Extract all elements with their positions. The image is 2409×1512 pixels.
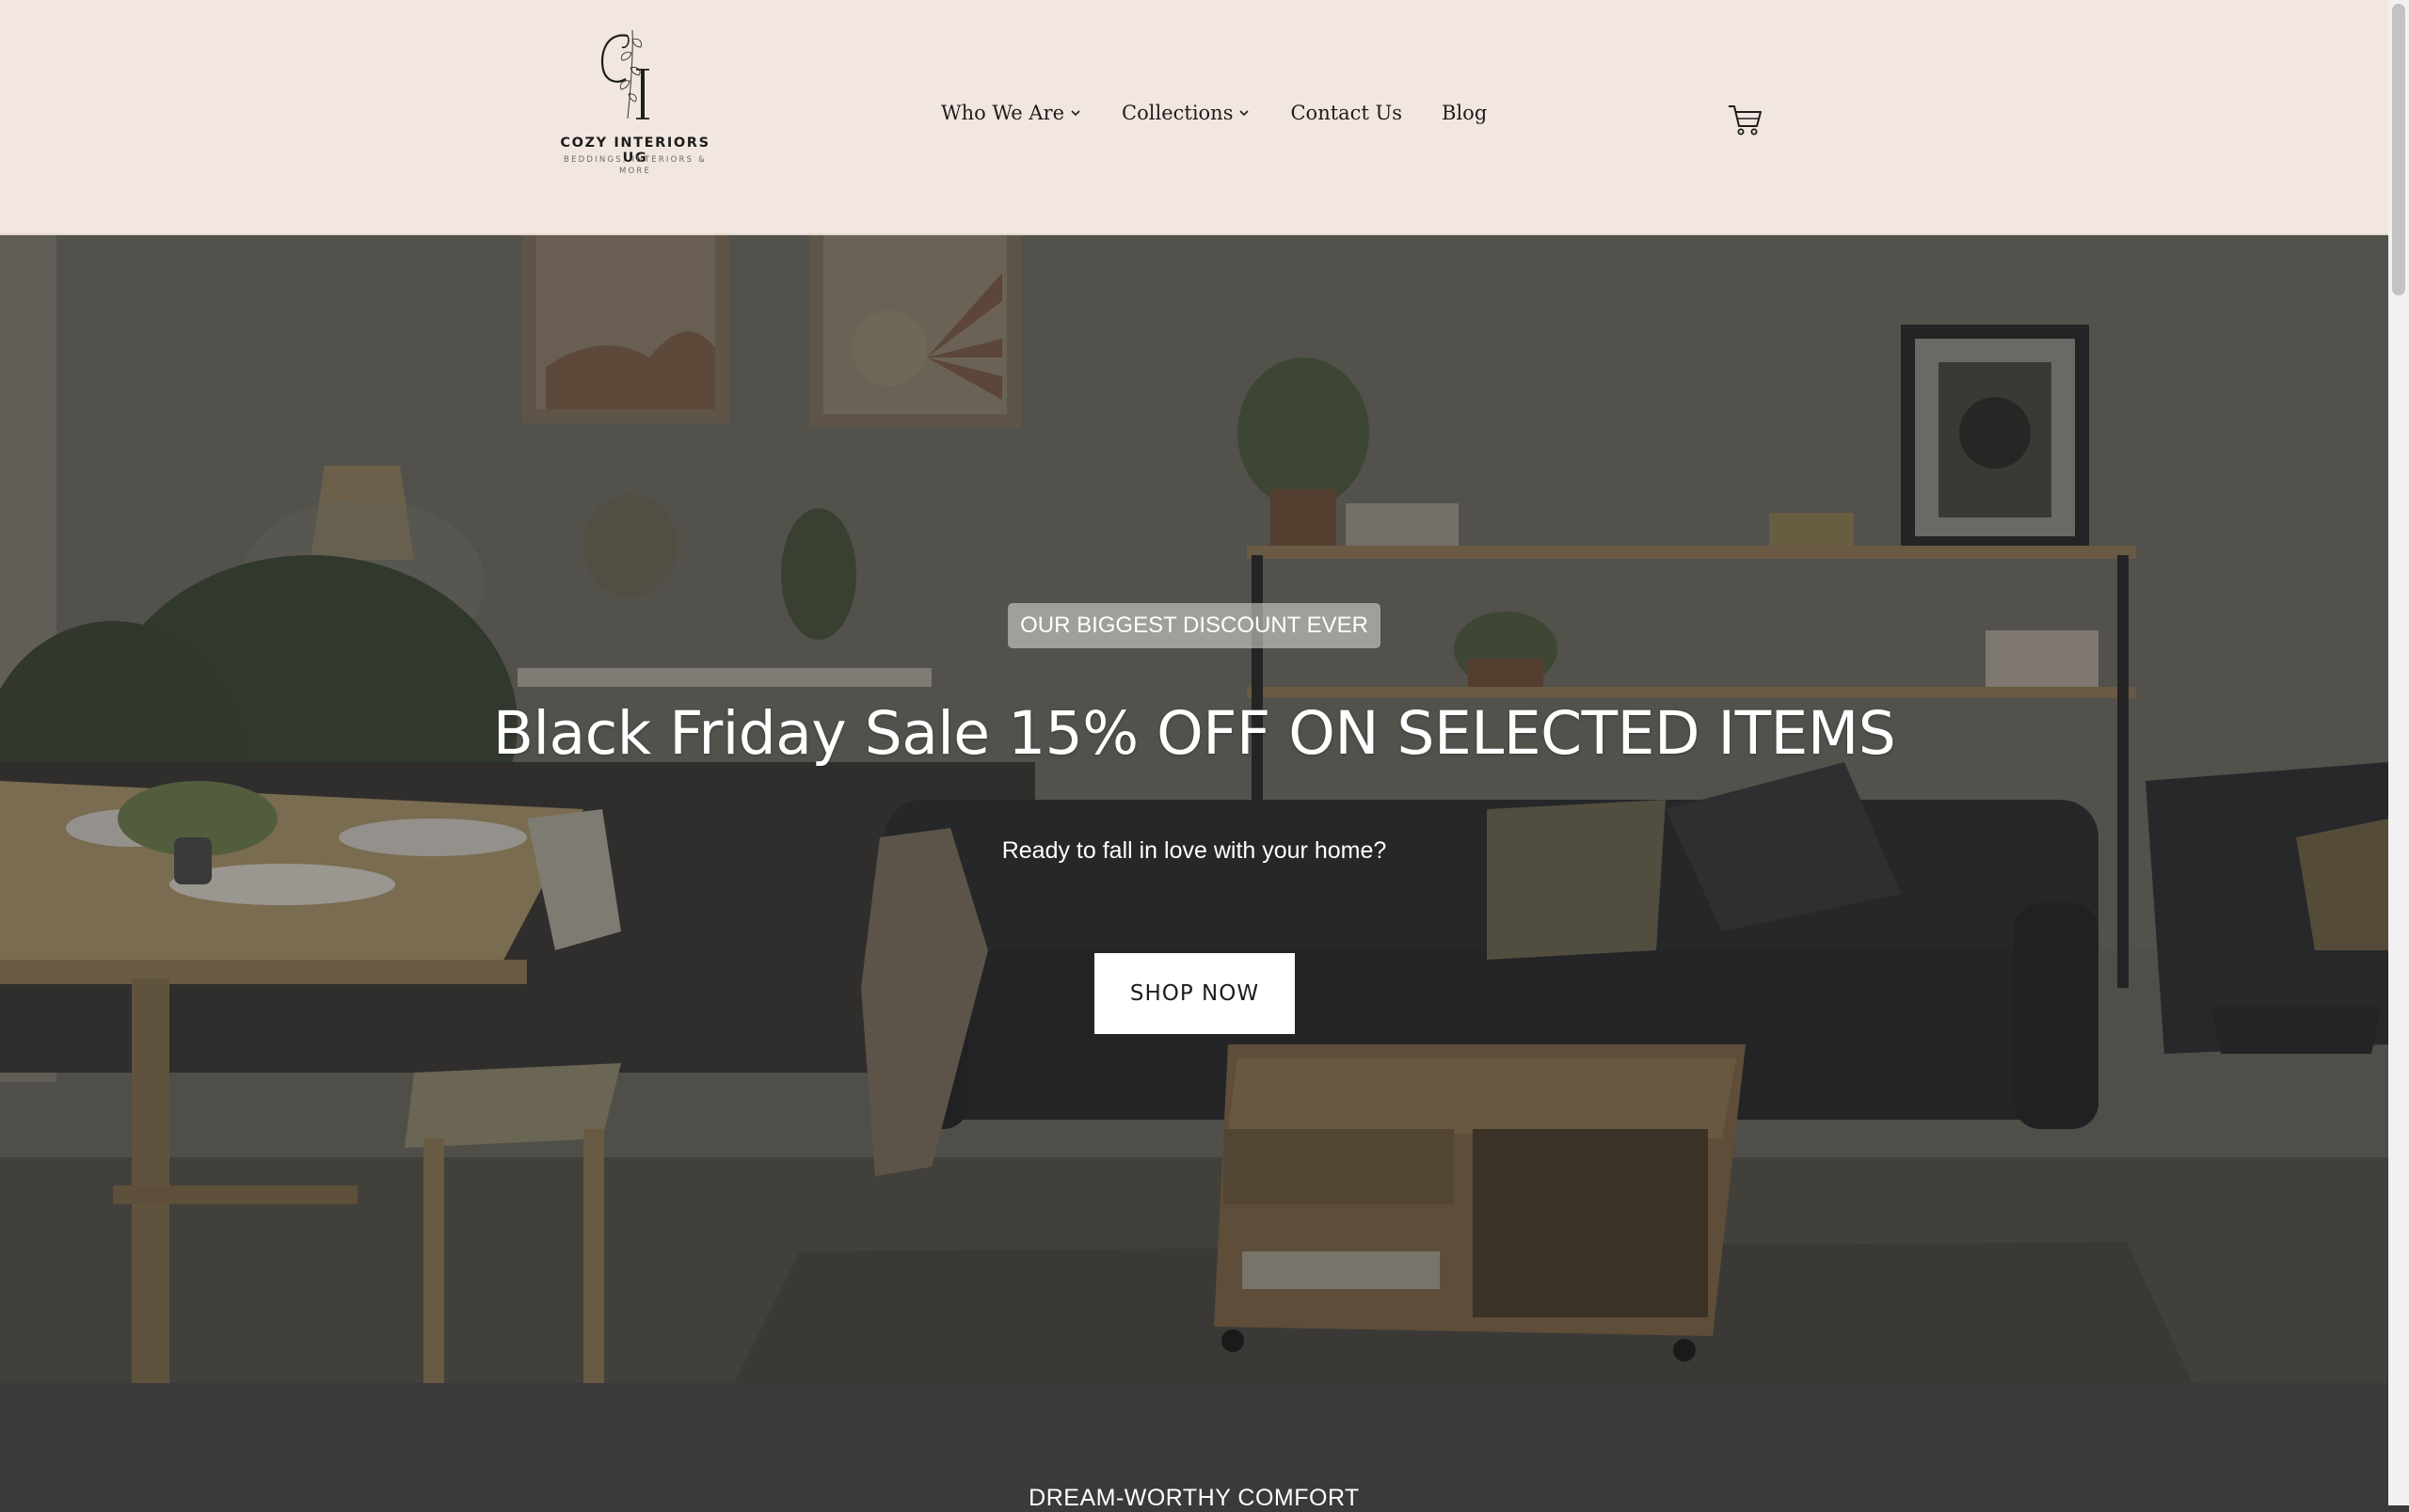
brand-tagline: BEDDINGS, INTERIORS & MORE <box>564 155 707 176</box>
nav-item-collections[interactable]: Collections <box>1122 102 1251 124</box>
hero-subtitle: Ready to fall in love with your home? <box>1001 837 1387 864</box>
nav-item-contact-us[interactable]: Contact Us <box>1290 102 1402 124</box>
chevron-down-icon <box>1239 110 1250 117</box>
hero-title: Black Friday Sale 15% OFF ON SELECTED IT… <box>492 699 1896 768</box>
brand-logo[interactable]: COZY INTERIORS UG BEDDINGS, INTERIORS & … <box>550 24 720 180</box>
main-nav: Who We Are Collections Contact Us Blog <box>941 102 1526 124</box>
nav-item-blog[interactable]: Blog <box>1442 102 1487 124</box>
shopping-cart-icon[interactable] <box>1727 102 1763 137</box>
promo-badge: OUR BIGGEST DISCOUNT EVER <box>1008 603 1380 648</box>
site-header: COZY INTERIORS UG BEDDINGS, INTERIORS & … <box>0 0 2388 235</box>
nav-item-label: Collections <box>1122 102 1234 124</box>
nav-item-who-we-are[interactable]: Who We Are <box>941 102 1082 124</box>
nav-item-label: Who We Are <box>941 102 1065 124</box>
page-scrollbar[interactable] <box>2388 0 2409 1505</box>
section-heading: DREAM-WORTHY COMFORT <box>1029 1485 1360 1511</box>
nav-item-label: Blog <box>1442 102 1488 124</box>
scrollbar-thumb[interactable] <box>2392 4 2405 295</box>
hero-overlay <box>0 235 2388 1383</box>
comfort-section: DREAM-WORTHY COMFORT <box>0 1383 2388 1511</box>
nav-item-label: Contact Us <box>1290 102 1403 124</box>
hero-banner: OUR BIGGEST DISCOUNT EVER Black Friday S… <box>0 235 2388 1383</box>
chevron-down-icon <box>1071 110 1080 117</box>
shop-now-button[interactable]: SHOP NOW <box>1094 953 1295 1034</box>
logo-monogram-icon <box>601 29 649 119</box>
